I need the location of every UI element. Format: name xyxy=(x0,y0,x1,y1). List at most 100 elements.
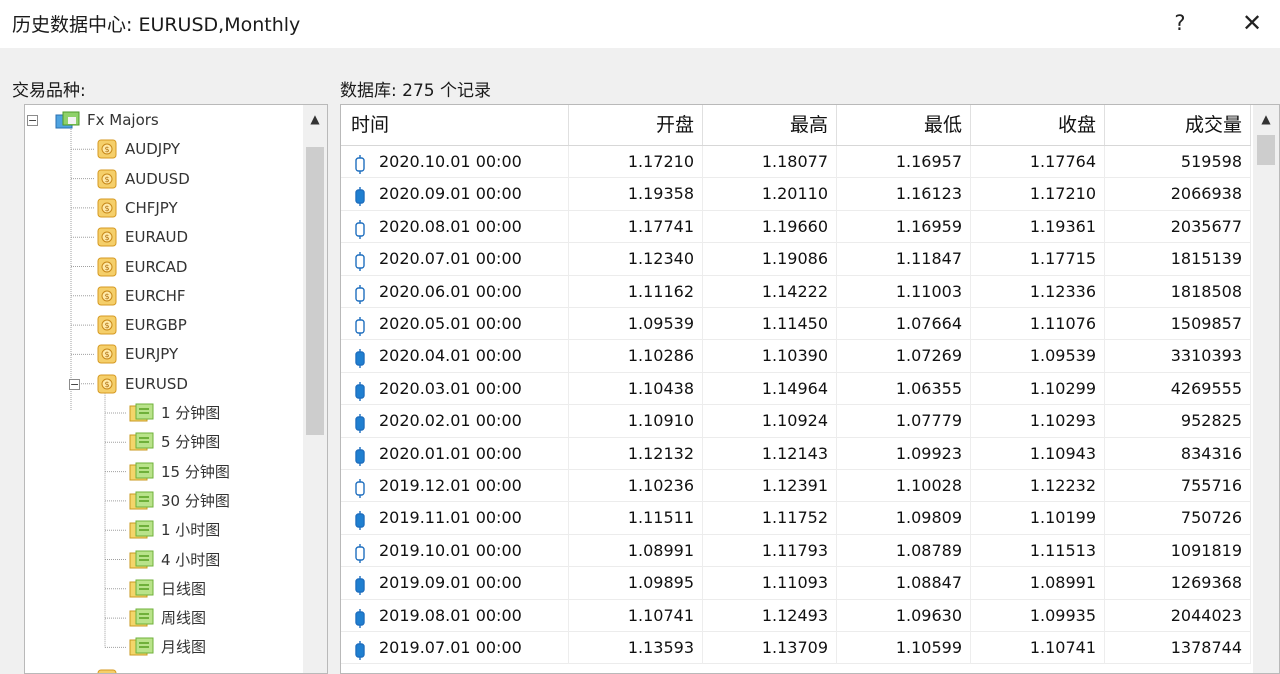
cell-open: 1.17741 xyxy=(569,211,703,243)
column-header-volume[interactable]: 成交量 xyxy=(1105,105,1251,145)
help-button[interactable]: ? xyxy=(1168,8,1192,38)
cell-time-text: 2020.09.01 00:00 xyxy=(379,178,522,210)
cell-close: 1.12232 xyxy=(971,470,1105,502)
column-header-open[interactable]: 开盘 xyxy=(569,105,703,145)
cell-close: 1.10199 xyxy=(971,502,1105,534)
tree-node-label: EURCHF xyxy=(125,283,186,309)
tree-node-symbol[interactable]: $CHFJPY xyxy=(25,195,301,221)
table-row[interactable]: 2020.06.01 00:001.111621.142221.110031.1… xyxy=(341,276,1251,308)
cell-volume: 4269555 xyxy=(1105,373,1251,405)
tree-node-symbol[interactable]: $ EURCHF xyxy=(25,283,301,309)
cell-volume: 755716 xyxy=(1105,470,1251,502)
tree-node-timeframe[interactable]: 5 分钟图 xyxy=(25,429,301,455)
tree-collapse-icon[interactable]: − xyxy=(27,115,38,126)
timeframe-icon xyxy=(129,608,149,628)
folder-group-icon xyxy=(55,110,75,130)
bullish-bar-icon xyxy=(354,477,366,496)
tree-node-symbol[interactable]: $EURJPY xyxy=(25,341,301,367)
table-scroll-thumb[interactable] xyxy=(1257,135,1275,165)
svg-text:$: $ xyxy=(104,145,109,154)
cell-volume: 1509857 xyxy=(1105,308,1251,340)
timeframe-icon xyxy=(129,579,149,599)
cell-high: 1.11752 xyxy=(703,502,837,534)
table-row[interactable]: 2020.10.01 00:001.172101.180771.169571.1… xyxy=(341,146,1251,178)
coin-icon: $ xyxy=(97,374,117,394)
cell-time-text: 2020.01.01 00:00 xyxy=(379,438,522,470)
tree-node-label: 日线图 xyxy=(161,576,206,602)
cell-close: 1.08991 xyxy=(971,567,1105,599)
tree-node-label: EURUSD xyxy=(125,371,188,397)
cell-low: 1.11003 xyxy=(837,276,971,308)
timeframe-icon xyxy=(129,462,149,482)
table-row[interactable]: 2020.03.01 00:001.104381.149641.063551.1… xyxy=(341,373,1251,405)
timeframe-icon xyxy=(129,550,149,570)
cell-volume: 750726 xyxy=(1105,502,1251,534)
column-header-time[interactable]: 时间 xyxy=(341,105,569,145)
tree-node-symbol[interactable]: − $ EURUSD xyxy=(25,371,301,397)
tree-node-timeframe[interactable]: 30 分钟图 xyxy=(25,488,301,514)
tree-node-timeframe[interactable]: 15 分钟图 xyxy=(25,459,301,485)
tree-node-root[interactable]: −Fx Majors xyxy=(25,107,301,133)
tree-scroll-thumb[interactable] xyxy=(306,147,324,435)
column-header-close[interactable]: 收盘 xyxy=(971,105,1105,145)
column-header-high[interactable]: 最高 xyxy=(703,105,837,145)
tree-node-timeframe[interactable]: 日线图 xyxy=(25,576,301,602)
column-header-low[interactable]: 最低 xyxy=(837,105,971,145)
tree-node-symbol[interactable]: $AUDUSD xyxy=(25,166,301,192)
table-row[interactable]: 2019.09.01 00:001.098951.110931.088471.0… xyxy=(341,567,1251,599)
tree-collapse-icon[interactable]: − xyxy=(69,379,80,390)
bearish-bar-icon xyxy=(354,445,366,464)
tree-node-timeframe[interactable]: 4 小时图 xyxy=(25,547,301,573)
table-row[interactable]: 2020.09.01 00:001.193581.201101.161231.1… xyxy=(341,178,1251,210)
table-scrollbar[interactable]: ▲ xyxy=(1253,105,1279,673)
cell-high: 1.14964 xyxy=(703,373,837,405)
bearish-bar-icon xyxy=(354,607,366,626)
tree-scroll-up-icon[interactable]: ▲ xyxy=(303,105,327,133)
tree-node-timeframe[interactable]: 1 小时图 xyxy=(25,517,301,543)
table-row[interactable]: 2020.08.01 00:001.177411.196601.169591.1… xyxy=(341,211,1251,243)
tree-node-symbol[interactable]: $EURAUD xyxy=(25,224,301,250)
table-row[interactable]: 2019.08.01 00:001.107411.124931.096301.0… xyxy=(341,600,1251,632)
table-row[interactable]: 2019.11.01 00:001.115111.117521.098091.1… xyxy=(341,502,1251,534)
table-row[interactable]: 2019.10.01 00:001.089911.117931.087891.1… xyxy=(341,535,1251,567)
table-row[interactable]: 2020.02.01 00:001.109101.109241.077791.1… xyxy=(341,405,1251,437)
cell-time-text: 2020.07.01 00:00 xyxy=(379,243,522,275)
symbol-tree[interactable]: −Fx Majors$AUDJPY$AUDUSD$CHFJPY$EURAUD$E… xyxy=(24,104,328,674)
table-scroll-up-icon[interactable]: ▲ xyxy=(1253,105,1279,133)
cell-close: 1.19361 xyxy=(971,211,1105,243)
tree-scrollbar[interactable]: ▲ xyxy=(303,105,327,673)
tree-node-symbol[interactable]: $EURCAD xyxy=(25,254,301,280)
cell-close: 1.17210 xyxy=(971,178,1105,210)
table-row[interactable]: 2020.04.01 00:001.102861.103901.072691.0… xyxy=(341,340,1251,372)
cell-time: 2019.08.01 00:00 xyxy=(341,600,569,632)
cell-low: 1.10599 xyxy=(837,632,971,664)
svg-text:$: $ xyxy=(104,292,109,301)
bearish-bar-icon xyxy=(354,380,366,399)
tree-node-symbol[interactable]: $AUDJPY xyxy=(25,136,301,162)
table-row[interactable]: 2020.05.01 00:001.095391.114501.076641.1… xyxy=(341,308,1251,340)
tree-node-timeframe[interactable]: 1 分钟图 xyxy=(25,400,301,426)
cell-time: 2020.03.01 00:00 xyxy=(341,373,569,405)
tree-node-label: 1 小时图 xyxy=(161,517,220,543)
tree-node-symbol[interactable]: $EURGBP xyxy=(25,312,301,338)
table-row[interactable]: 2020.07.01 00:001.123401.190861.118471.1… xyxy=(341,243,1251,275)
cell-volume: 834316 xyxy=(1105,438,1251,470)
tree-node-label: AUDUSD xyxy=(125,166,190,192)
cell-high: 1.10924 xyxy=(703,405,837,437)
cell-time: 2020.01.01 00:00 xyxy=(341,438,569,470)
history-data-table[interactable]: 时间 开盘 最高 最低 收盘 成交量 2020.10.01 00:001.172… xyxy=(340,104,1280,674)
tree-node-symbol[interactable]: $GBPAUD xyxy=(25,666,301,674)
tree-node-timeframe[interactable]: 周线图 xyxy=(25,605,301,631)
cell-close: 1.10293 xyxy=(971,405,1105,437)
close-button[interactable]: ✕ xyxy=(1236,8,1268,38)
cell-time: 2020.04.01 00:00 xyxy=(341,340,569,372)
cell-open: 1.10910 xyxy=(569,405,703,437)
tree-node-timeframe[interactable]: 月线图 xyxy=(25,634,301,660)
table-row[interactable]: 2020.01.01 00:001.121321.121431.099231.1… xyxy=(341,438,1251,470)
coin-icon: $ xyxy=(97,198,117,218)
table-row[interactable]: 2019.07.01 00:001.135931.137091.105991.1… xyxy=(341,632,1251,664)
table-row[interactable]: 2019.12.01 00:001.102361.123911.100281.1… xyxy=(341,470,1251,502)
bearish-bar-icon xyxy=(354,509,366,528)
cell-close: 1.17715 xyxy=(971,243,1105,275)
window-title: 历史数据中心: EURUSD,Monthly xyxy=(12,10,300,37)
